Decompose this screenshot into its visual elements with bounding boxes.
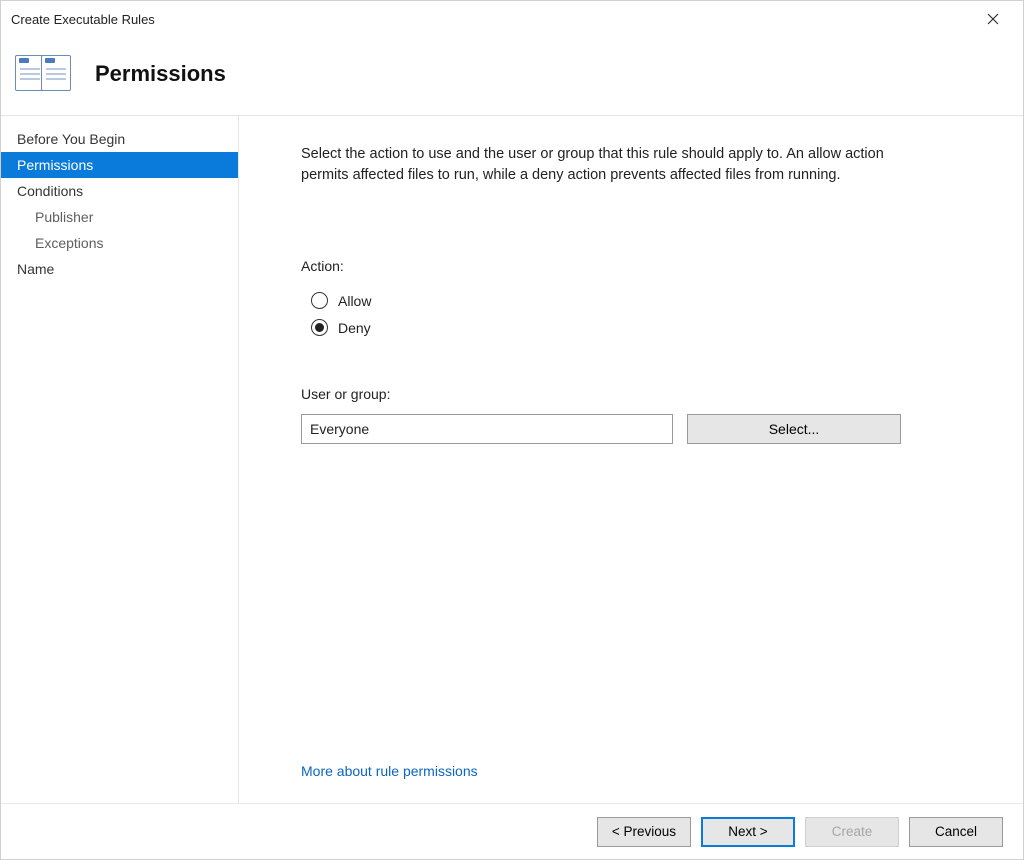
instructions-text: Select the action to use and the user or… [301, 144, 921, 186]
close-button[interactable] [973, 4, 1013, 34]
permissions-icon [15, 51, 73, 97]
wizard-main: Select the action to use and the user or… [239, 115, 1023, 803]
nav-exceptions[interactable]: Exceptions [1, 230, 238, 256]
radio-deny-label: Deny [338, 320, 371, 336]
more-about-link[interactable]: More about rule permissions [301, 763, 961, 779]
wizard-window: Create Executable Rules Permissions Befo… [0, 0, 1024, 860]
wizard-body: Before You Begin Permissions Conditions … [1, 115, 1023, 803]
close-icon [987, 13, 999, 25]
user-group-label: User or group: [301, 386, 961, 402]
radio-icon [311, 292, 328, 309]
wizard-footer: < Previous Next > Create Cancel [1, 803, 1023, 859]
radio-allow[interactable]: Allow [311, 292, 961, 309]
nav-conditions[interactable]: Conditions [1, 178, 238, 204]
action-radio-group: Allow Deny [311, 286, 961, 346]
user-group-row: Select... [301, 414, 961, 444]
nav-name[interactable]: Name [1, 256, 238, 282]
radio-deny[interactable]: Deny [311, 319, 961, 336]
select-user-group-button[interactable]: Select... [687, 414, 901, 444]
wizard-nav: Before You Begin Permissions Conditions … [1, 115, 239, 803]
nav-publisher[interactable]: Publisher [1, 204, 238, 230]
page-header: Permissions [1, 37, 1023, 115]
next-button[interactable]: Next > [701, 817, 795, 847]
radio-allow-label: Allow [338, 293, 371, 309]
nav-permissions[interactable]: Permissions [1, 152, 238, 178]
titlebar: Create Executable Rules [1, 1, 1023, 37]
user-group-input[interactable] [301, 414, 673, 444]
nav-before-you-begin[interactable]: Before You Begin [1, 126, 238, 152]
radio-icon [311, 319, 328, 336]
action-label: Action: [301, 258, 961, 274]
spacer [301, 444, 961, 763]
create-button: Create [805, 817, 899, 847]
cancel-button[interactable]: Cancel [909, 817, 1003, 847]
page-title: Permissions [95, 61, 226, 87]
window-title: Create Executable Rules [11, 12, 973, 27]
previous-button[interactable]: < Previous [597, 817, 691, 847]
